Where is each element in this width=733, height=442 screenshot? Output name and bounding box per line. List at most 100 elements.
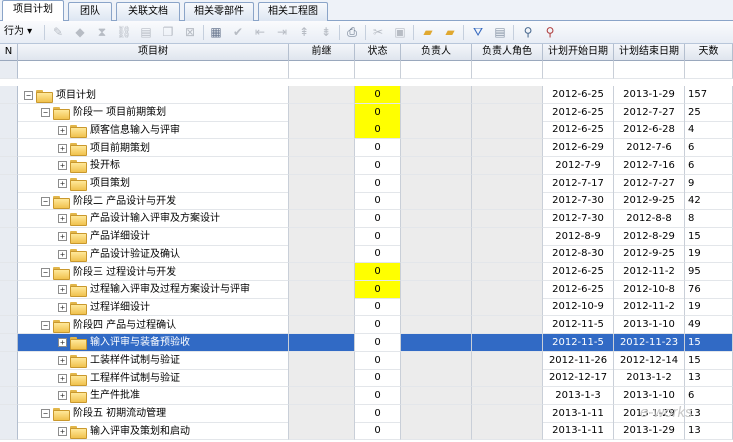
cut-icon[interactable]: ✂ bbox=[370, 24, 386, 40]
start-date-cell[interactable]: 2012-6-25 bbox=[543, 86, 614, 104]
task-name-cell[interactable]: + 产品设计输入评审及方案设计 bbox=[18, 209, 289, 228]
predecessor-cell[interactable] bbox=[289, 156, 355, 175]
days-cell[interactable]: 6 bbox=[685, 139, 733, 158]
predecessor-cell[interactable] bbox=[289, 404, 355, 423]
start-date-cell[interactable]: 2012-7-30 bbox=[543, 192, 614, 211]
owner-role-cell[interactable] bbox=[472, 316, 543, 335]
column-header-n[interactable]: N bbox=[0, 44, 18, 61]
days-cell[interactable]: 49 bbox=[685, 316, 733, 335]
task-name-cell[interactable]: + 产品详细设计 bbox=[18, 227, 289, 246]
owner-cell[interactable] bbox=[401, 174, 472, 193]
start-date-cell[interactable]: 2013-1-11 bbox=[543, 404, 614, 423]
table-row[interactable]: + 顾客信息输入与评审 0 2012-6-25 2012-6-28 4 bbox=[0, 121, 733, 140]
task-name-cell[interactable]: + 输入评审与装备预验收 bbox=[18, 333, 289, 352]
collapse-icon[interactable]: − bbox=[41, 108, 50, 118]
owner-role-cell[interactable] bbox=[472, 103, 543, 122]
status-cell[interactable]: 0 bbox=[355, 369, 401, 388]
actions-menu[interactable]: 行为 ▾ bbox=[4, 25, 32, 39]
move-up-icon[interactable]: ⇞ bbox=[296, 24, 312, 40]
end-date-cell[interactable]: 2012-7-27 bbox=[614, 174, 685, 193]
delete-icon[interactable]: ⊠ bbox=[182, 24, 198, 40]
collapse-icon[interactable]: − bbox=[41, 320, 50, 330]
owner-role-cell[interactable] bbox=[472, 263, 543, 281]
task-name-cell[interactable]: + 工装样件试制与验证 bbox=[18, 351, 289, 370]
status-cell[interactable]: 0 bbox=[355, 404, 401, 423]
expand-icon[interactable]: + bbox=[58, 426, 67, 436]
owner-role-cell[interactable] bbox=[472, 369, 543, 388]
folder-open-icon[interactable]: ▰ bbox=[420, 24, 436, 40]
days-cell[interactable]: 95 bbox=[685, 263, 733, 281]
owner-cell[interactable] bbox=[401, 422, 472, 441]
start-date-cell[interactable]: 2012-10-9 bbox=[543, 298, 614, 317]
predecessor-cell[interactable] bbox=[289, 139, 355, 158]
table-row[interactable]: + 产品设计验证及确认 0 2012-8-30 2012-9-25 19 bbox=[0, 245, 733, 264]
end-date-cell[interactable]: 2013-1-10 bbox=[614, 316, 685, 335]
expand-icon[interactable]: + bbox=[58, 232, 67, 242]
clear-search-icon[interactable]: ⚲ bbox=[542, 24, 558, 40]
end-date-cell[interactable]: 2012-8-8 bbox=[614, 209, 685, 228]
status-cell[interactable]: 0 bbox=[355, 192, 401, 211]
link-icon[interactable]: ◆ bbox=[72, 24, 88, 40]
owner-role-cell[interactable] bbox=[472, 280, 543, 299]
column-header-start-date[interactable]: 计划开始日期 bbox=[543, 44, 614, 61]
predecessor-cell[interactable] bbox=[289, 86, 355, 104]
owner-cell[interactable] bbox=[401, 263, 472, 281]
task-name-cell[interactable]: − 阶段五 初期流动管理 bbox=[18, 404, 289, 423]
end-date-cell[interactable]: 2013-1-10 bbox=[614, 386, 685, 405]
status-cell[interactable]: 0 bbox=[355, 298, 401, 317]
status-cell[interactable]: 0 bbox=[355, 316, 401, 335]
predecessor-cell[interactable] bbox=[289, 263, 355, 281]
days-cell[interactable]: 4 bbox=[685, 121, 733, 140]
predecessor-cell[interactable] bbox=[289, 351, 355, 370]
task-name-cell[interactable]: + 项目策划 bbox=[18, 174, 289, 193]
status-cell[interactable]: 0 bbox=[355, 351, 401, 370]
owner-cell[interactable] bbox=[401, 245, 472, 264]
table-row[interactable]: − 项目计划 0 2012-6-25 2013-1-29 157 bbox=[0, 86, 733, 104]
predecessor-cell[interactable] bbox=[289, 227, 355, 246]
expand-icon[interactable]: + bbox=[58, 214, 67, 224]
indent-icon[interactable]: ⇥ bbox=[274, 24, 290, 40]
paste-icon[interactable]: ▣ bbox=[392, 24, 408, 40]
predecessor-cell[interactable] bbox=[289, 369, 355, 388]
start-date-cell[interactable]: 2012-6-25 bbox=[543, 280, 614, 299]
end-date-cell[interactable]: 2013-1-29 bbox=[614, 422, 685, 441]
table-row[interactable]: + 输入评审及策划和启动 0 2013-1-11 2013-1-29 13 bbox=[0, 422, 733, 441]
owner-role-cell[interactable] bbox=[472, 333, 543, 352]
end-date-cell[interactable]: 2012-6-28 bbox=[614, 121, 685, 140]
owner-role-cell[interactable] bbox=[472, 422, 543, 441]
table-row[interactable]: + 项目前期策划 0 2012-6-29 2012-7-6 6 bbox=[0, 139, 733, 158]
column-header-days[interactable]: 天数 bbox=[685, 44, 733, 61]
end-date-cell[interactable]: 2012-11-2 bbox=[614, 298, 685, 317]
end-date-cell[interactable]: 2012-11-23 bbox=[614, 333, 685, 352]
start-date-cell[interactable]: 2012-7-17 bbox=[543, 174, 614, 193]
expand-icon[interactable]: + bbox=[58, 249, 67, 259]
owner-cell[interactable] bbox=[401, 103, 472, 122]
hourglass-icon[interactable]: ⧗ bbox=[94, 24, 110, 40]
days-cell[interactable]: 13 bbox=[685, 369, 733, 388]
days-cell[interactable]: 19 bbox=[685, 245, 733, 264]
start-date-cell[interactable]: 2012-6-25 bbox=[543, 263, 614, 281]
expand-icon[interactable]: + bbox=[58, 391, 67, 401]
status-cell[interactable]: 0 bbox=[355, 121, 401, 140]
days-cell[interactable]: 8 bbox=[685, 209, 733, 228]
start-date-cell[interactable]: 2012-11-5 bbox=[543, 333, 614, 352]
end-date-cell[interactable]: 2012-11-2 bbox=[614, 263, 685, 281]
table-row[interactable]: − 阶段一 项目前期策划 0 2012-6-25 2012-7-27 25 bbox=[0, 103, 733, 122]
status-cell[interactable]: 0 bbox=[355, 245, 401, 264]
owner-role-cell[interactable] bbox=[472, 227, 543, 246]
owner-role-cell[interactable] bbox=[472, 174, 543, 193]
expand-icon[interactable]: + bbox=[58, 285, 67, 295]
column-header-end-date[interactable]: 计划结束日期 bbox=[614, 44, 685, 61]
end-date-cell[interactable]: 2013-1-29 bbox=[614, 86, 685, 104]
task-name-cell[interactable]: + 投开标 bbox=[18, 156, 289, 175]
predecessor-cell[interactable] bbox=[289, 280, 355, 299]
status-cell[interactable]: 0 bbox=[355, 209, 401, 228]
start-date-cell[interactable]: 2013-1-3 bbox=[543, 386, 614, 405]
owner-cell[interactable] bbox=[401, 316, 472, 335]
table-row[interactable]: − 阶段五 初期流动管理 0 2013-1-11 2013-1-29 13 bbox=[0, 404, 733, 423]
filter-name-input[interactable] bbox=[18, 61, 289, 79]
task-name-cell[interactable]: + 顾客信息输入与评审 bbox=[18, 121, 289, 140]
table-row[interactable]: + 工程样件试制与验证 0 2012-12-17 2013-1-2 13 bbox=[0, 369, 733, 388]
filter-start-input[interactable] bbox=[543, 61, 614, 79]
start-date-cell[interactable]: 2012-11-5 bbox=[543, 316, 614, 335]
